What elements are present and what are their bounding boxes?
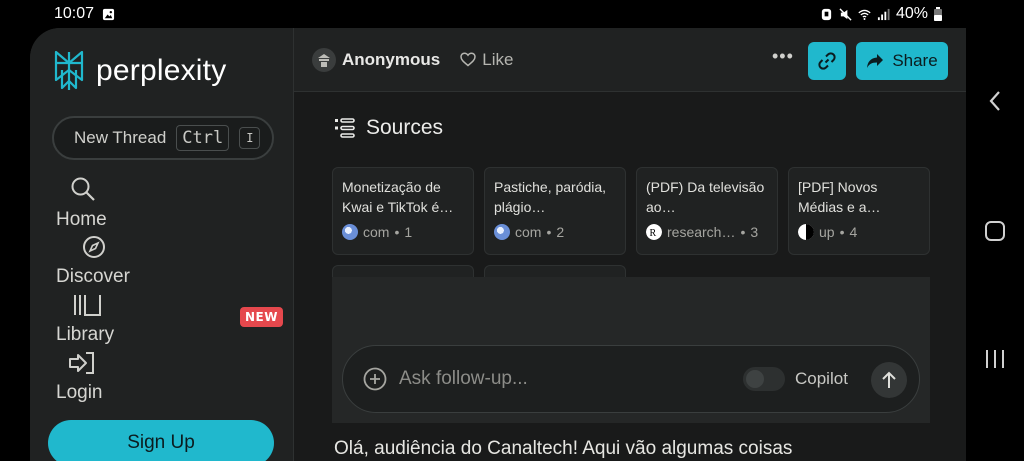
copilot-toggle[interactable] bbox=[743, 367, 785, 391]
battery-icon bbox=[934, 7, 942, 21]
sidebar-item-home[interactable]: Home bbox=[56, 209, 107, 231]
ask-followup-input[interactable]: Ask follow-up... bbox=[399, 368, 528, 390]
svg-text:R: R bbox=[650, 228, 657, 239]
source-site: up bbox=[819, 224, 835, 240]
anonymous-user-icon bbox=[318, 53, 330, 67]
back-chevron-icon bbox=[989, 91, 1000, 111]
more-options-icon[interactable]: ••• bbox=[772, 46, 794, 67]
dot-separator: • bbox=[839, 224, 845, 240]
source-card-2[interactable]: Pastiche, paródia, plágio… com • 2 bbox=[484, 167, 626, 255]
wifi-icon bbox=[858, 9, 871, 20]
new-badge: NEW bbox=[240, 307, 283, 327]
sign-up-button[interactable]: Sign Up bbox=[48, 420, 274, 461]
copilot-toggle-group[interactable]: Copilot bbox=[743, 367, 848, 391]
search-icon bbox=[71, 177, 95, 201]
signal-icon bbox=[877, 8, 890, 20]
source-site: com bbox=[515, 224, 542, 240]
sources-heading: Sources bbox=[334, 116, 443, 140]
status-time: 10:07 bbox=[54, 5, 95, 22]
back-button[interactable] bbox=[966, 90, 1024, 112]
source-site: research… bbox=[667, 224, 736, 240]
alarm-icon bbox=[821, 8, 832, 20]
dot-separator: • bbox=[546, 224, 552, 240]
logo-text: perplexity bbox=[96, 54, 227, 87]
status-bar: 10:07 40% bbox=[30, 0, 966, 28]
source-card-3[interactable]: (PDF) Da televisão ao… R research… • 3 bbox=[636, 167, 778, 255]
like-button[interactable]: Like bbox=[460, 50, 513, 70]
sources-list-icon bbox=[335, 118, 355, 138]
mute-icon bbox=[839, 7, 852, 21]
new-thread-button[interactable]: New Thread Ctrl I bbox=[52, 116, 274, 160]
ask-followup-box[interactable]: Ask follow-up... Copilot bbox=[342, 345, 920, 413]
globe-favicon-icon bbox=[494, 224, 510, 240]
sidebar-item-discover[interactable]: Discover bbox=[56, 266, 130, 288]
source-index: 4 bbox=[849, 224, 858, 240]
author-name: Anonymous bbox=[342, 49, 441, 69]
plus-circle-icon[interactable] bbox=[363, 367, 387, 391]
source-site: com bbox=[363, 224, 390, 240]
arrow-up-icon bbox=[882, 371, 896, 388]
copy-link-button[interactable] bbox=[808, 42, 846, 80]
avatar bbox=[312, 47, 336, 72]
like-label: Like bbox=[482, 49, 514, 69]
battery-percent: 40% bbox=[895, 5, 928, 22]
up-favicon-icon bbox=[798, 224, 814, 240]
dot-separator: • bbox=[394, 224, 400, 240]
perplexity-logo-icon bbox=[54, 50, 84, 90]
compass-icon bbox=[83, 236, 105, 258]
share-label: Share bbox=[892, 51, 938, 70]
home-button[interactable] bbox=[966, 220, 1024, 242]
share-button[interactable]: Share bbox=[856, 42, 948, 80]
share-arrow-icon bbox=[867, 54, 884, 68]
submit-button[interactable] bbox=[871, 362, 907, 398]
source-index: 1 bbox=[404, 224, 413, 240]
gallery-icon bbox=[102, 8, 115, 20]
library-icon bbox=[74, 295, 101, 316]
app-window: perplexity New Thread Ctrl I Home Discov… bbox=[30, 28, 966, 461]
login-icon bbox=[69, 352, 94, 374]
sidebar: perplexity New Thread Ctrl I Home Discov… bbox=[30, 28, 294, 461]
sources-title: Sources bbox=[366, 116, 444, 139]
source-card-4[interactable]: [PDF] Novos Médias e a… up • 4 bbox=[788, 167, 930, 255]
sidebar-item-library[interactable]: Library bbox=[56, 324, 114, 346]
globe-favicon-icon bbox=[342, 224, 358, 240]
source-title: [PDF] Novos Médias e a… bbox=[798, 179, 881, 215]
new-thread-label: New Thread bbox=[74, 128, 167, 147]
source-index: 3 bbox=[750, 224, 759, 240]
dot-separator: • bbox=[740, 224, 746, 240]
thread-header: Anonymous Like ••• Share bbox=[294, 28, 966, 92]
shortcut-ctrl: Ctrl bbox=[176, 125, 230, 151]
sidebar-item-login[interactable]: Login bbox=[56, 382, 103, 404]
researchgate-favicon-icon: R bbox=[646, 224, 662, 240]
source-title: (PDF) Da televisão ao… bbox=[646, 179, 765, 215]
source-index: 2 bbox=[556, 224, 565, 240]
recents-icon bbox=[986, 350, 1004, 368]
recents-button[interactable] bbox=[966, 348, 1024, 370]
link-icon bbox=[818, 52, 836, 70]
source-title: Monetização de Kwai e TikTok é… bbox=[342, 179, 454, 215]
source-card-1[interactable]: Monetização de Kwai e TikTok é… com • 1 bbox=[332, 167, 474, 255]
logo[interactable]: perplexity bbox=[52, 50, 226, 92]
answer-text: Olá, audiência do Canaltech! Aqui vão al… bbox=[334, 438, 793, 459]
heart-icon bbox=[460, 52, 476, 67]
home-square-icon bbox=[985, 221, 1005, 241]
android-navigation-bar bbox=[966, 0, 1024, 461]
copilot-label: Copilot bbox=[795, 369, 848, 388]
source-title: Pastiche, paródia, plágio… bbox=[494, 179, 607, 215]
main-content: Anonymous Like ••• Share Sources Monetiz… bbox=[294, 28, 966, 461]
shortcut-i: I bbox=[239, 127, 261, 149]
